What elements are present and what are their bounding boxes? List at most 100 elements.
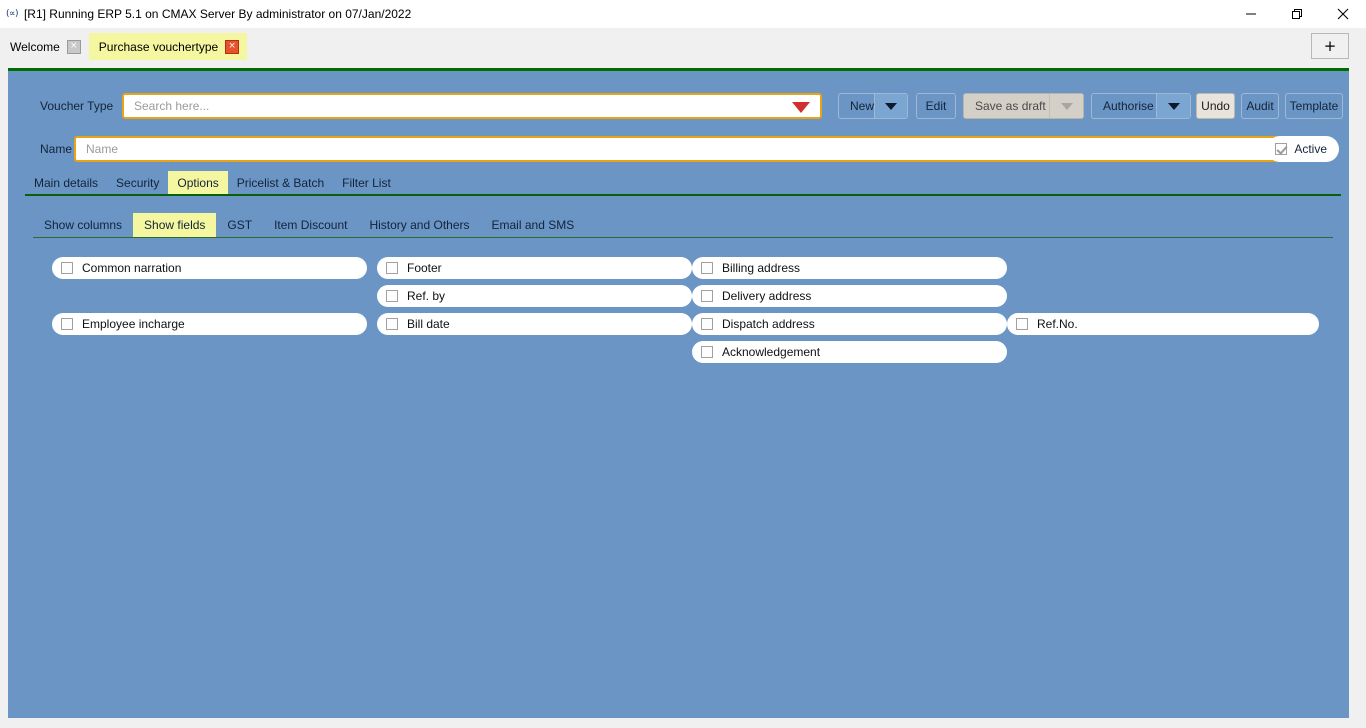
active-label: Active <box>1294 142 1327 156</box>
subtab-email-and-sms-label: Email and SMS <box>491 218 575 232</box>
subtab-show-fields-label: Show fields <box>144 218 206 232</box>
name-row: Name Active <box>8 136 1349 162</box>
subtab-history-and-others[interactable]: History and Others <box>358 213 480 237</box>
tab-welcome-close-icon[interactable]: × <box>66 39 81 54</box>
field-ref-no-label: Ref.No. <box>1037 317 1078 331</box>
field-delivery-address-checkbox[interactable] <box>701 290 713 302</box>
authorise-button[interactable]: Authorise <box>1091 93 1191 119</box>
tab-pricelist-and-batch[interactable]: Pricelist & Batch <box>228 171 333 194</box>
main-tab-bar: Main details Security Options Pricelist … <box>25 171 1341 196</box>
field-footer-checkbox[interactable] <box>386 262 398 274</box>
voucher-type-search-box[interactable] <box>122 93 822 119</box>
tab-options-label: Options <box>177 175 219 190</box>
subtab-gst[interactable]: GST <box>216 213 263 237</box>
tab-purchase-vouchertype-label: Purchase vouchertype <box>98 39 219 54</box>
form-content-area: Voucher Type New Edit Save as draft Auth… <box>8 71 1349 718</box>
field-acknowledgement[interactable]: Acknowledgement <box>692 341 1007 363</box>
field-ref-no-checkbox[interactable] <box>1016 318 1028 330</box>
field-column-4-spacer-2 <box>1007 285 1319 307</box>
field-ref-by-checkbox[interactable] <box>386 290 398 302</box>
field-delivery-address-label: Delivery address <box>722 289 812 303</box>
new-tab-button[interactable]: + <box>1311 33 1349 59</box>
name-label: Name <box>40 142 73 156</box>
voucher-type-row: Voucher Type New Edit Save as draft Auth… <box>8 93 1349 119</box>
maximize-icon[interactable] <box>1274 0 1320 28</box>
field-employee-incharge-checkbox[interactable] <box>61 318 73 330</box>
tab-security-label: Security <box>116 175 160 190</box>
field-billing-address-label: Billing address <box>722 261 801 275</box>
field-common-narration-label: Common narration <box>82 261 182 275</box>
subtab-history-and-others-label: History and Others <box>369 218 470 232</box>
tab-security[interactable]: Security <box>107 171 168 194</box>
dropdown-arrow-icon[interactable] <box>792 102 810 113</box>
audit-button[interactable]: Audit <box>1241 93 1279 119</box>
minimize-icon[interactable] <box>1228 0 1274 28</box>
field-billing-address-checkbox[interactable] <box>701 262 713 274</box>
field-acknowledgement-label: Acknowledgement <box>722 345 821 359</box>
tab-filter-list-label: Filter List <box>342 175 391 190</box>
field-common-narration[interactable]: Common narration <box>52 257 367 279</box>
field-bill-date-checkbox[interactable] <box>386 318 398 330</box>
tab-welcome-label: Welcome <box>10 39 60 54</box>
tab-main-details[interactable]: Main details <box>25 171 107 194</box>
field-bill-date[interactable]: Bill date <box>377 313 692 335</box>
tab-main-details-label: Main details <box>34 175 99 190</box>
edit-button-label: Edit <box>925 99 947 113</box>
field-employee-incharge-label: Employee incharge <box>82 317 185 331</box>
field-dispatch-address-checkbox[interactable] <box>701 318 713 330</box>
field-employee-incharge[interactable]: Employee incharge <box>52 313 367 335</box>
name-input[interactable] <box>84 139 1264 159</box>
tab-welcome[interactable]: Welcome × <box>0 33 89 60</box>
close-icon[interactable] <box>1320 0 1366 28</box>
undo-button-label: Undo <box>1201 99 1230 113</box>
active-checkbox[interactable] <box>1275 143 1288 155</box>
audit-button-label: Audit <box>1246 99 1274 113</box>
save-as-draft-chevron-down-icon <box>1049 94 1083 118</box>
field-column-4: Ref.No. <box>1007 257 1319 341</box>
title-bar: (∝) [R1] Running ERP 5.1 on CMAX Server … <box>0 0 1366 28</box>
field-bill-date-label: Bill date <box>407 317 450 331</box>
field-delivery-address[interactable]: Delivery address <box>692 285 1007 307</box>
subtab-email-and-sms[interactable]: Email and SMS <box>481 213 586 237</box>
field-column-4-spacer-1 <box>1007 257 1319 279</box>
tab-filter-list[interactable]: Filter List <box>333 171 400 194</box>
field-billing-address[interactable]: Billing address <box>692 257 1007 279</box>
tab-pricelist-and-batch-label: Pricelist & Batch <box>236 175 325 190</box>
window-controls <box>1228 0 1366 28</box>
subtab-show-columns-label: Show columns <box>44 218 123 232</box>
field-dispatch-address[interactable]: Dispatch address <box>692 313 1007 335</box>
voucher-type-label: Voucher Type <box>40 99 114 113</box>
search-input[interactable] <box>132 96 772 116</box>
subtab-show-fields[interactable]: Show fields <box>133 213 217 237</box>
field-ref-by[interactable]: Ref. by <box>377 285 692 307</box>
authorise-chevron-down-icon[interactable] <box>1156 94 1190 118</box>
field-ref-no[interactable]: Ref.No. <box>1007 313 1319 335</box>
tab-options[interactable]: Options <box>168 171 228 194</box>
subtab-show-columns[interactable]: Show columns <box>33 213 133 237</box>
app-logo-icon: (∝) <box>6 9 18 19</box>
undo-button[interactable]: Undo <box>1196 93 1235 119</box>
new-dropdown-button[interactable] <box>874 93 908 119</box>
sub-tab-bar: Show columns Show fields GST Item Discou… <box>33 213 1333 238</box>
subtab-item-discount[interactable]: Item Discount <box>263 213 358 237</box>
field-acknowledgement-checkbox[interactable] <box>701 346 713 358</box>
field-column-3: Billing address Delivery address Dispatc… <box>692 257 1007 369</box>
template-button-label: Template <box>1289 99 1339 113</box>
field-column-1: Common narration Employee incharge <box>52 257 367 341</box>
tab-purchase-vouchertype[interactable]: Purchase vouchertype × <box>88 33 248 60</box>
tab-purchase-vouchertype-close-icon[interactable]: × <box>225 39 240 54</box>
subtab-item-discount-label: Item Discount <box>274 218 348 232</box>
field-footer[interactable]: Footer <box>377 257 692 279</box>
field-footer-label: Footer <box>407 261 442 275</box>
authorise-button-label: Authorise <box>1103 99 1154 113</box>
field-dispatch-address-label: Dispatch address <box>722 317 815 331</box>
active-checkbox-group[interactable]: Active <box>1267 136 1339 162</box>
field-ref-by-label: Ref. by <box>407 289 446 303</box>
save-as-draft-button: Save as draft <box>963 93 1084 119</box>
name-field-box[interactable] <box>74 136 1280 162</box>
field-common-narration-checkbox[interactable] <box>61 262 73 274</box>
document-tab-strip: Welcome × Purchase vouchertype × + <box>0 28 1366 68</box>
template-button[interactable]: Template <box>1285 93 1343 119</box>
edit-button[interactable]: Edit <box>916 93 956 119</box>
chevron-down-icon[interactable] <box>874 94 907 118</box>
